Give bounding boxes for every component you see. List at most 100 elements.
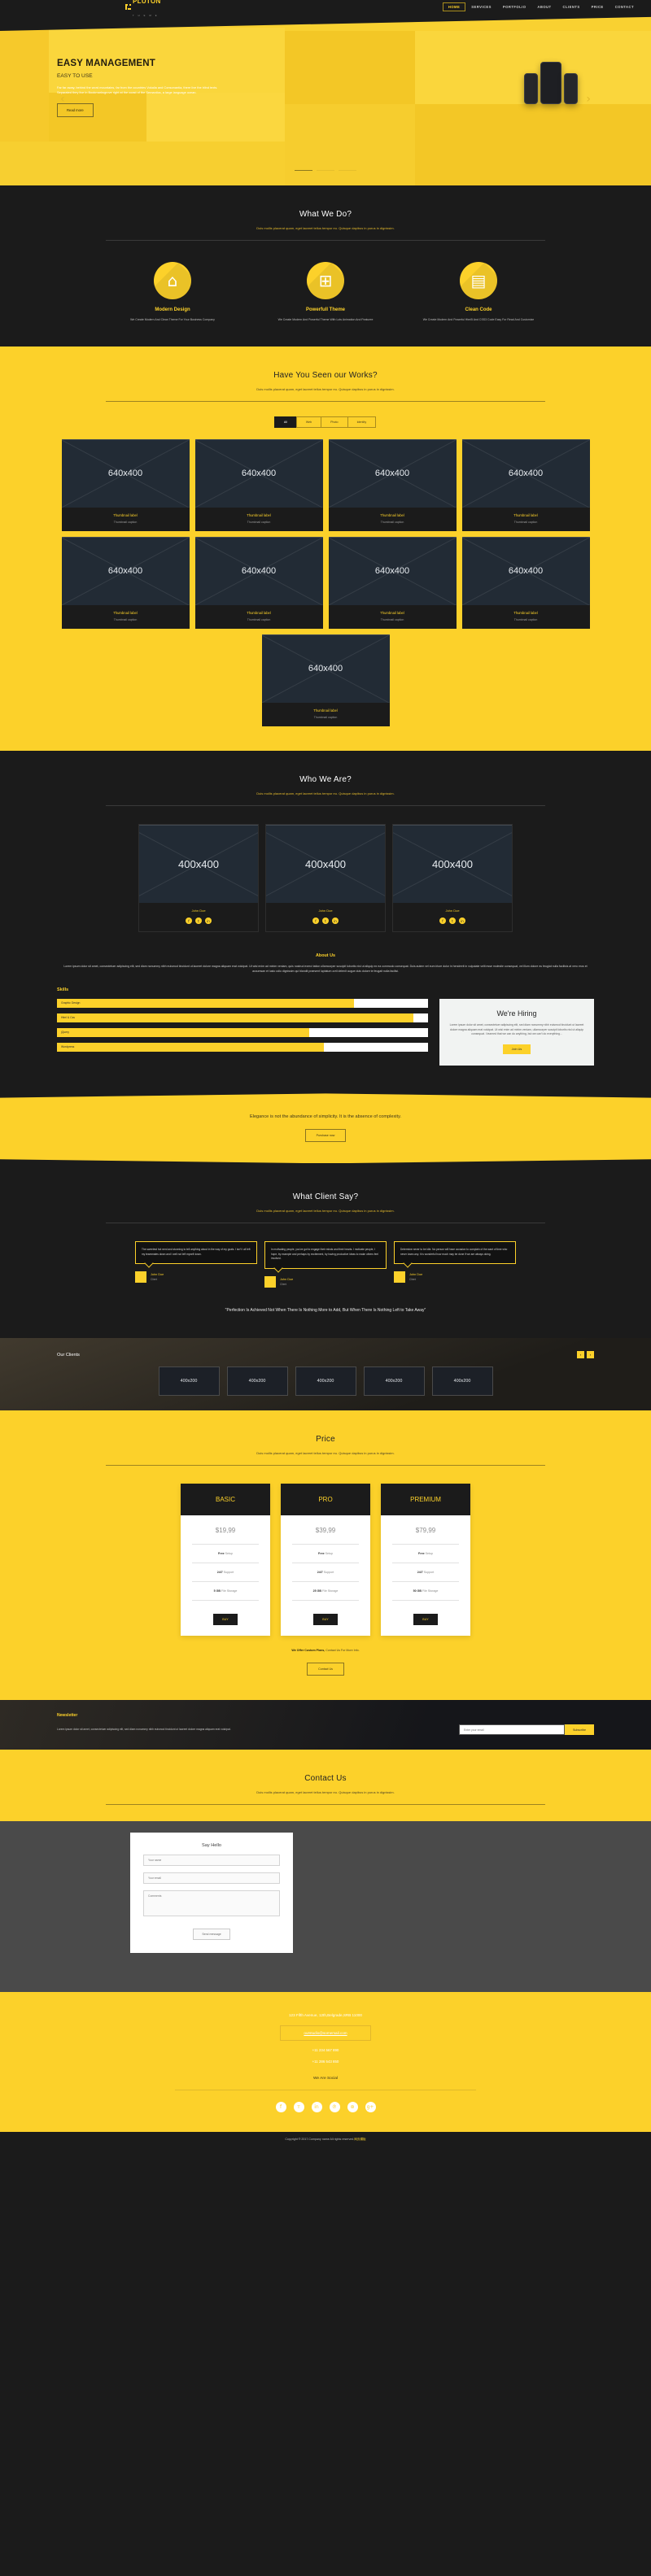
portfolio-filter-identity[interactable]: Identity [347,416,377,429]
newsletter-subscribe-button[interactable]: Subscribe [565,1724,594,1736]
newsletter-email-input[interactable] [459,1724,566,1736]
plan-feature: 24/7 Support [192,1563,259,1581]
hero-title: EASY MANAGEMENT [57,59,155,68]
pricing-plan-card: BASIC $19,99 Free Setup 24/7 Support 5 GB Fi… [181,1484,270,1637]
footer-social-icon-2[interactable]: in [311,2102,322,2113]
social-f-icon[interactable]: f [439,918,446,925]
footer-social-icon-3[interactable]: ℗ [329,2102,340,2113]
contact-message-input[interactable] [143,1890,280,1917]
main-menu: HOME SERVICES PORTFOLIO ABOUT CLIENTS PRICE CO… [442,2,640,11]
team-about-section: Who We Are? Duis mollis placerat quam, e… [0,751,651,1091]
nav-item-services[interactable]: SERVICES [465,2,497,11]
plan-buy-button[interactable]: BUY [413,1614,438,1626]
nav-item-price[interactable]: PRICE [586,2,609,11]
portfolio-card[interactable]: 640x400 Thumbnail label Thumbnail caption [328,537,457,630]
plan-buy-button[interactable]: BUY [313,1614,338,1626]
page-root: PLUTON T H E M E HOME SERVICES PORTFOLIO AB… [0,0,651,2148]
client-logo[interactable]: 400x200 [363,1366,425,1397]
skill-bar: Html & Css [57,1013,428,1022]
copyright-bar: Copyright ® 2017.Company name All rights… [0,2132,651,2148]
team-image-size: 400x400 [178,857,219,870]
client-logo[interactable]: 400x200 [226,1366,288,1397]
portfolio-card[interactable]: 640x400 Thumbnail label Thumbnail caption [194,537,323,630]
pricing-title: Price [316,1435,335,1445]
portfolio-image-size: 640x400 [374,566,410,577]
plan-feature: 50 GB File Storage [392,1581,459,1600]
team-member-body: John Doe f t in [393,903,512,931]
testimonials-subtitle: Duis mollis placerat quam, eget laoreet … [256,1209,395,1214]
team-social-icons: f t in [266,918,385,925]
footer-social-icon-1[interactable]: ᴛ [293,2102,304,2113]
social-in-icon[interactable]: in [205,918,212,925]
skill-bar: Wordpress [57,1042,428,1052]
plan-feature-bold: 50 GB [413,1589,422,1593]
social-in-icon[interactable]: in [459,918,465,925]
team-member-card: 400x400 John Doe f t in [265,824,386,933]
skills-heading: Skills [57,987,69,992]
plan-feature: Free Setup [192,1544,259,1563]
newsletter-text: Lorem ipsum dolor sit amet, consectetuer… [57,1727,231,1731]
pricing-contact-button[interactable]: Contact Us [307,1663,344,1676]
social-t-icon[interactable]: t [449,918,456,925]
service-card: ⊞ Powerfull Theme We Create Modern And Pow… [264,262,387,322]
hero-slider-dots[interactable] [0,169,651,171]
plan-buy-wrap: BUY [192,1600,259,1636]
portfolio-card[interactable]: 640x400 Thumbnail label Thumbnail caption [328,439,457,532]
team-members: 400x400 John Doe f t in 400x400 John Doe f t in 40… [57,824,594,933]
footer-email-link[interactable]: ourstudio@somemail.com [280,2025,371,2042]
client-logo[interactable]: 400x200 [431,1366,493,1397]
portfolio-card[interactable]: 640x400 Thumbnail label Thumbnail caption [261,634,390,727]
nav-item-clients[interactable]: CLIENTS [557,2,586,11]
plan-buy-button[interactable]: BUY [213,1614,238,1626]
nav-item-about[interactable]: ABOUT [531,2,557,11]
plan-feature-rest: Support [222,1571,234,1575]
hero-next-arrow[interactable]: › [586,93,591,106]
portfolio-card[interactable]: 640x400 Thumbnail label Thumbnail caption [461,537,590,630]
testimonial-author-info: John Doe Client [409,1273,422,1281]
about-heading: About Us [316,953,335,959]
contact-send-button[interactable]: Send message [193,1929,230,1941]
service-card: ▤ Clean Code We Create Modern And Powerful… [417,262,540,322]
contact-name-input[interactable] [143,1855,280,1867]
join-us-button[interactable]: Join Us [502,1044,531,1055]
portfolio-card[interactable]: 640x400 Thumbnail label Thumbnail caption [61,537,190,630]
contact-email-input[interactable] [143,1872,280,1885]
social-in-icon[interactable]: in [332,918,339,925]
purchase-now-button[interactable]: Purshase now [304,1129,347,1143]
client-logo[interactable]: 400x200 [295,1366,356,1397]
portfolio-card[interactable]: 640x400 Thumbnail label Thumbnail caption [194,439,323,532]
portfolio-filter-all[interactable]: All [273,416,297,429]
social-t-icon[interactable]: t [322,918,329,925]
portfolio-image-size: 640x400 [508,566,544,577]
nav-item-home[interactable]: HOME [442,2,466,11]
testimonial-author-info: John Doe Client [151,1273,164,1281]
skill-bar-fill [57,1027,310,1037]
plan-feature-rest: File Storage [221,1589,238,1593]
portfolio-card[interactable]: 640x400 Thumbnail label Thumbnail caption [61,439,190,532]
testimonial-author: John Doe Client [135,1271,257,1284]
client-logo[interactable]: 400x200 [158,1366,220,1397]
hero-prev-arrow[interactable]: ‹ [60,93,65,106]
footer-social-icon-4[interactable]: ⊛ [347,2102,358,2113]
social-f-icon[interactable]: f [186,918,192,925]
footer-social-icon-0[interactable]: f [275,2102,286,2113]
portfolio-item-label: Thumbnail label [113,611,138,616]
contact-map[interactable]: Say Hello Send message [0,1821,651,1993]
social-t-icon[interactable]: t [195,918,202,925]
team-member-body: John Doe f t in [139,903,258,931]
nav-item-portfolio[interactable]: PORTFOLIO [497,2,531,11]
service-icon-glyph: ⌂ [167,271,178,290]
portfolio-item-label: Thumbnail label [380,611,404,616]
site-logo[interactable]: PLUTON T H E M E [125,0,161,20]
portfolio-card[interactable]: 640x400 Thumbnail label Thumbnail caption [461,439,590,532]
portfolio-card-body: Thumbnail label Thumbnail caption [194,508,323,532]
copyright-link[interactable]: 网页模板 [354,2138,365,2141]
portfolio-filter-web[interactable]: Web [295,416,322,429]
clients-prev-arrow[interactable]: ‹ [577,1351,584,1359]
nav-item-contact[interactable]: CONTACT [609,2,640,11]
services-subtitle: Duis mollis placerat quam, eget laoreet … [256,226,395,230]
clients-next-arrow[interactable]: › [587,1351,594,1359]
portfolio-filter-photo[interactable]: Photo [321,416,348,429]
footer-social-icon-5[interactable]: g+ [365,2102,376,2113]
social-f-icon[interactable]: f [312,918,319,925]
